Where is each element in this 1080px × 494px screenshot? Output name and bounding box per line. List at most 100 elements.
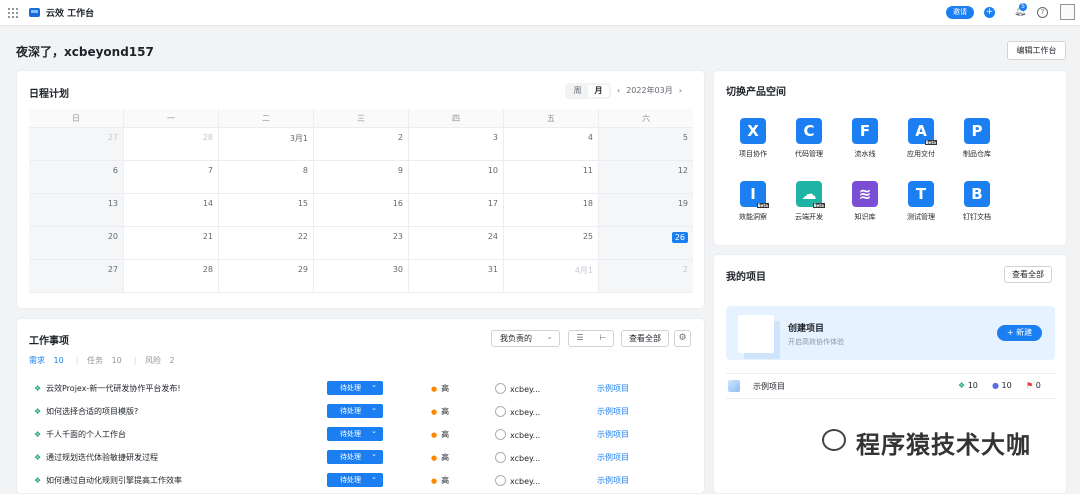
calendar-day[interactable]: 15 (219, 194, 314, 227)
calendar-day[interactable]: 9 (314, 161, 409, 194)
calendar-day[interactable]: 24 (409, 227, 504, 260)
calendar-day[interactable]: 2 (599, 260, 693, 293)
help-icon[interactable]: ? (1037, 7, 1048, 18)
app-grid-icon[interactable] (8, 8, 18, 18)
tab-risks[interactable]: 风险 2 (145, 356, 181, 365)
calendar-day[interactable]: 8 (219, 161, 314, 194)
calendar-day[interactable]: 22 (219, 227, 314, 260)
calendar-day[interactable]: 26 (599, 227, 693, 260)
task-name[interactable]: 千人千面的个人工作台 (46, 429, 126, 440)
calendar-day[interactable]: 28 (124, 128, 219, 161)
task-row[interactable]: ❖ 云效Projex-新一代研发协作平台发布! 待处理 高 xcbey... 示例项目 (17, 378, 706, 398)
calendar-day[interactable]: 20 (29, 227, 124, 260)
week-view-button[interactable]: 周 (567, 85, 588, 97)
product-6[interactable]: I Beta 效能洞察 (728, 181, 778, 222)
product-1[interactable]: X 项目协作 (728, 118, 778, 159)
task-row[interactable]: ❖ 通过规划迭代体验敏捷研发过程 待处理 高 xcbey... 示例项目 (17, 447, 706, 467)
add-icon[interactable]: + (984, 7, 995, 18)
avatar[interactable] (1060, 4, 1075, 20)
product-2[interactable]: C 代码管理 (784, 118, 834, 159)
weekday-label: 一 (124, 109, 219, 128)
status-dropdown[interactable]: 待处理 (327, 470, 383, 487)
project-link[interactable]: 示例项目 (597, 429, 629, 440)
product-5[interactable]: P 制品仓库 (952, 118, 1002, 159)
requirement-count: ❖ 10 (958, 381, 978, 390)
project-link[interactable]: 示例项目 (597, 475, 629, 486)
work-view-all-button[interactable]: 查看全部 (621, 330, 669, 347)
calendar-day[interactable]: 13 (29, 194, 124, 227)
projects-view-all-button[interactable]: 查看全部 (1004, 266, 1052, 283)
product-icon: P (964, 118, 990, 144)
owner-label: xcbey... (495, 406, 540, 417)
prev-month-icon[interactable]: ‹ (617, 86, 620, 95)
calendar-day[interactable]: 23 (314, 227, 409, 260)
calendar-day[interactable]: 31 (409, 260, 504, 293)
tree-view-icon[interactable]: ⊢ (592, 333, 614, 342)
project-row[interactable]: 示例项目 ❖ 10 ● 10 ⚑ 0 (726, 373, 1055, 399)
calendar-day[interactable]: 3 (409, 128, 504, 161)
tab-tasks[interactable]: 任务 10 (87, 356, 128, 365)
product-4[interactable]: A Beta 应用交付 (896, 118, 946, 159)
status-dropdown[interactable]: 待处理 (327, 401, 383, 418)
next-month-icon[interactable]: › (679, 86, 682, 95)
calendar-day[interactable]: 4 (504, 128, 599, 161)
edit-workbench-button[interactable]: 编辑工作台 (1007, 41, 1066, 60)
task-row[interactable]: ❖ 如何选择合适的项目模版? 待处理 高 xcbey... 示例项目 (17, 401, 706, 421)
risk-count: ⚑ 0 (1026, 381, 1041, 390)
product-8[interactable]: ≋ 知识库 (840, 181, 890, 222)
calendar-day[interactable]: 5 (599, 128, 693, 161)
beta-tag: Beta (924, 140, 937, 145)
status-dropdown[interactable]: 待处理 (327, 378, 383, 395)
tab-requirements[interactable]: 需求 10 (29, 356, 70, 365)
calendar-day[interactable]: 7 (124, 161, 219, 194)
list-view-icon[interactable]: ☰ (569, 333, 591, 342)
task-name[interactable]: 云效Projex-新一代研发协作平台发布! (46, 383, 181, 394)
calendar-day[interactable]: 27 (29, 128, 124, 161)
product-7[interactable]: ☁ Beta 云端开发 (784, 181, 834, 222)
calendar-day[interactable]: 17 (409, 194, 504, 227)
product-10[interactable]: B 钉钉文档 (952, 181, 1002, 222)
status-dropdown[interactable]: 待处理 (327, 424, 383, 441)
calendar-day[interactable]: 19 (599, 194, 693, 227)
create-project-banner[interactable]: 创建项目 开启高效协作体验 + 新建 (726, 306, 1055, 360)
product-icon: C (796, 118, 822, 144)
task-row[interactable]: ❖ 如何通过自动化规则引擎提高工作效率 待处理 高 xcbey... 示例项目 (17, 470, 706, 490)
calendar-day[interactable]: 27 (29, 260, 124, 293)
product-9[interactable]: T 测试管理 (896, 181, 946, 222)
calendar-day[interactable]: 30 (314, 260, 409, 293)
calendar-day[interactable]: 14 (124, 194, 219, 227)
product-icon: A Beta (908, 118, 937, 145)
task-name[interactable]: 如何选择合适的项目模版? (46, 406, 138, 417)
assignee-filter-select[interactable]: 我负责的 (491, 329, 560, 347)
task-name[interactable]: 如何通过自动化规则引擎提高工作效率 (46, 475, 182, 486)
calendar-day[interactable]: 18 (504, 194, 599, 227)
status-dropdown[interactable]: 待处理 (327, 447, 383, 464)
wechat-icon (822, 429, 846, 451)
invite-button[interactable]: 邀请 (946, 6, 974, 19)
calendar-week: 6 7 8 9 10 11 12 (29, 161, 693, 194)
calendar-day[interactable]: 4月1 (504, 260, 599, 293)
project-link[interactable]: 示例项目 (597, 452, 629, 463)
month-view-button[interactable]: 月 (588, 85, 609, 97)
calendar-day[interactable]: 3月1 (219, 128, 314, 161)
calendar-day[interactable]: 28 (124, 260, 219, 293)
product-icon: ≋ (852, 181, 878, 207)
calendar-day[interactable]: 12 (599, 161, 693, 194)
product-3[interactable]: F 流水线 (840, 118, 890, 159)
calendar-day[interactable]: 10 (409, 161, 504, 194)
calendar-day[interactable]: 2 (314, 128, 409, 161)
project-link[interactable]: 示例项目 (597, 406, 629, 417)
task-name[interactable]: 通过规划迭代体验敏捷研发过程 (46, 452, 158, 463)
calendar-day[interactable]: 21 (124, 227, 219, 260)
calendar-day[interactable]: 11 (504, 161, 599, 194)
calendar-day[interactable]: 25 (504, 227, 599, 260)
calendar-day[interactable]: 6 (29, 161, 124, 194)
calendar-day[interactable]: 29 (219, 260, 314, 293)
gear-icon[interactable]: ⚙ (674, 330, 691, 347)
task-row[interactable]: ❖ 千人千面的个人工作台 待处理 高 xcbey... 示例项目 (17, 424, 706, 444)
project-link[interactable]: 示例项目 (597, 383, 629, 394)
calendar-day[interactable]: 16 (314, 194, 409, 227)
top-bar: 云效 工作台 邀请 + 🔔︎ 5 ? (0, 0, 1080, 26)
new-project-button[interactable]: + 新建 (997, 325, 1042, 341)
product-icon: X (740, 118, 766, 144)
